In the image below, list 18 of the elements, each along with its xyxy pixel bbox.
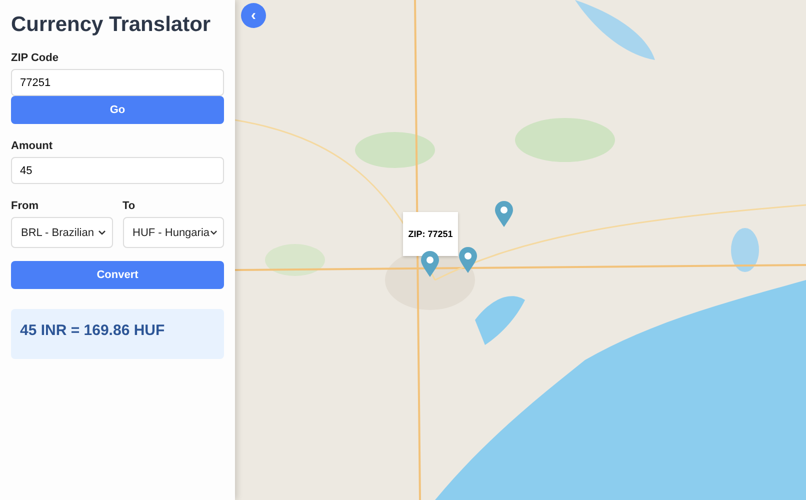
amount-label: Amount	[11, 140, 54, 152]
from-label: From	[11, 200, 40, 212]
go-button[interactable]: Go	[11, 96, 224, 124]
from-select[interactable]: BRL - Brazilian	[11, 217, 112, 248]
amount-field[interactable]: 45	[11, 157, 224, 184]
app-title: Currency Translator	[11, 13, 212, 37]
map-pin-icon[interactable]	[458, 246, 478, 274]
result-text: 45 INR = 169.86 HUF	[11, 309, 224, 359]
chevron-icon	[98, 230, 106, 235]
to-label: To	[122, 200, 136, 212]
map-pin-icon[interactable]	[420, 250, 440, 278]
chevron-icon	[210, 230, 217, 235]
convert-button[interactable]: Convert	[11, 261, 224, 289]
map-pin-icon[interactable]	[494, 200, 514, 228]
map-popup: ZIP: 77251	[403, 212, 458, 256]
zip-label: ZIP Code	[11, 52, 60, 64]
to-select[interactable]: HUF - Hungaria	[122, 217, 224, 248]
zip-field[interactable]: 77251	[11, 69, 224, 96]
